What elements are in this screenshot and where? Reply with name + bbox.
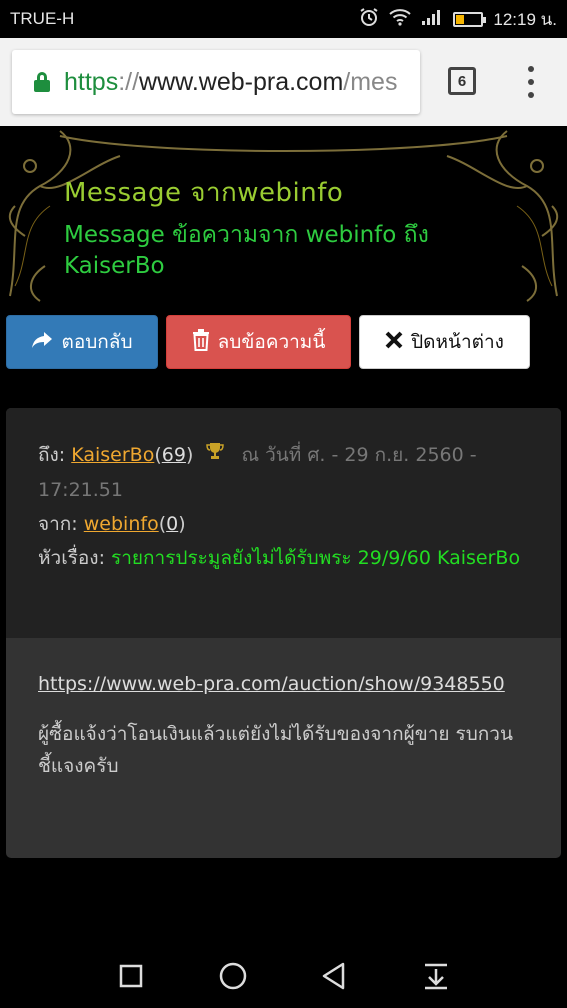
trophy-icon	[205, 439, 225, 473]
message-panel: ถึง: KaiserBo(69) ณ วันที่ ศ. - 29 ก.ย. …	[6, 408, 561, 858]
action-buttons: ตอบกลับ ลบข้อความนี้ ปิดหน้าต่าง	[6, 315, 530, 369]
recipient-count[interactable]: 69	[162, 444, 186, 466]
alarm-icon	[359, 7, 379, 31]
reply-label: ตอบกลับ	[61, 331, 133, 353]
url-text[interactable]: https://www.web-pra.com/mes	[64, 68, 397, 97]
status-bar: TRUE-H 12:19 น.	[0, 0, 567, 38]
carrier-name: TRUE-H	[10, 9, 75, 28]
back-icon[interactable]	[314, 956, 354, 996]
page-subtitle: Message ข้อความจาก webinfo ถึง KaiserBo	[64, 222, 429, 279]
browser-toolbar: https://www.web-pra.com/mes 6	[0, 38, 567, 126]
auction-link[interactable]: https://www.web-pra.com/auction/show/934…	[38, 668, 529, 700]
menu-icon[interactable]	[524, 66, 538, 98]
navigation-bar	[0, 944, 567, 1008]
close-label: ปิดหน้าต่าง	[411, 331, 504, 353]
subject-line: หัวเรื่อง: รายการประมูลยังไม่ได้รับพระ 2…	[38, 541, 529, 575]
notification-pulldown-icon[interactable]	[416, 956, 456, 996]
delete-message-button[interactable]: ลบข้อความนี้	[166, 315, 351, 369]
wifi-icon	[389, 8, 412, 30]
sender-count[interactable]: 0	[166, 513, 178, 535]
recipient-line: ถึง: KaiserBo(69) ณ วันที่ ศ. - 29 ก.ย. …	[38, 438, 529, 507]
signal-icon	[421, 8, 443, 30]
sender-link[interactable]: webinfo	[84, 513, 159, 535]
lock-icon	[34, 72, 50, 92]
message-body: https://www.web-pra.com/auction/show/934…	[6, 638, 561, 812]
message-header: ถึง: KaiserBo(69) ณ วันที่ ศ. - 29 ก.ย. …	[6, 408, 561, 638]
message-subject: รายการประมูลยังไม่ได้รับพระ 29/9/60 Kais…	[111, 547, 521, 569]
message-text: ผู้ซื้อแจ้งว่าโอนเงินแล้วแต่ยังไม่ได้รับ…	[38, 723, 513, 777]
x-icon	[385, 331, 403, 354]
home-icon[interactable]	[213, 956, 253, 996]
delete-label: ลบข้อความนี้	[217, 331, 326, 353]
recipient-link[interactable]: KaiserBo	[71, 444, 154, 466]
recent-apps-icon[interactable]	[111, 956, 151, 996]
share-arrow-icon	[31, 330, 53, 355]
page-header: Message จากwebinfo Message ข้อความจาก we…	[0, 126, 567, 302]
battery-icon	[453, 11, 487, 27]
tab-switcher-button[interactable]: 6	[448, 67, 476, 95]
address-bar[interactable]: https://www.web-pra.com/mes	[12, 50, 420, 114]
trash-icon	[192, 328, 210, 356]
to-label: ถึง:	[38, 444, 66, 466]
reply-button[interactable]: ตอบกลับ	[6, 315, 158, 369]
subject-label: หัวเรื่อง:	[38, 547, 105, 569]
clock: 12:19 น.	[493, 9, 557, 29]
page-title: Message จากwebinfo	[64, 178, 344, 208]
from-label: จาก:	[38, 513, 78, 535]
sender-line: จาก: webinfo(0)	[38, 513, 186, 535]
close-window-button[interactable]: ปิดหน้าต่าง	[359, 315, 530, 369]
